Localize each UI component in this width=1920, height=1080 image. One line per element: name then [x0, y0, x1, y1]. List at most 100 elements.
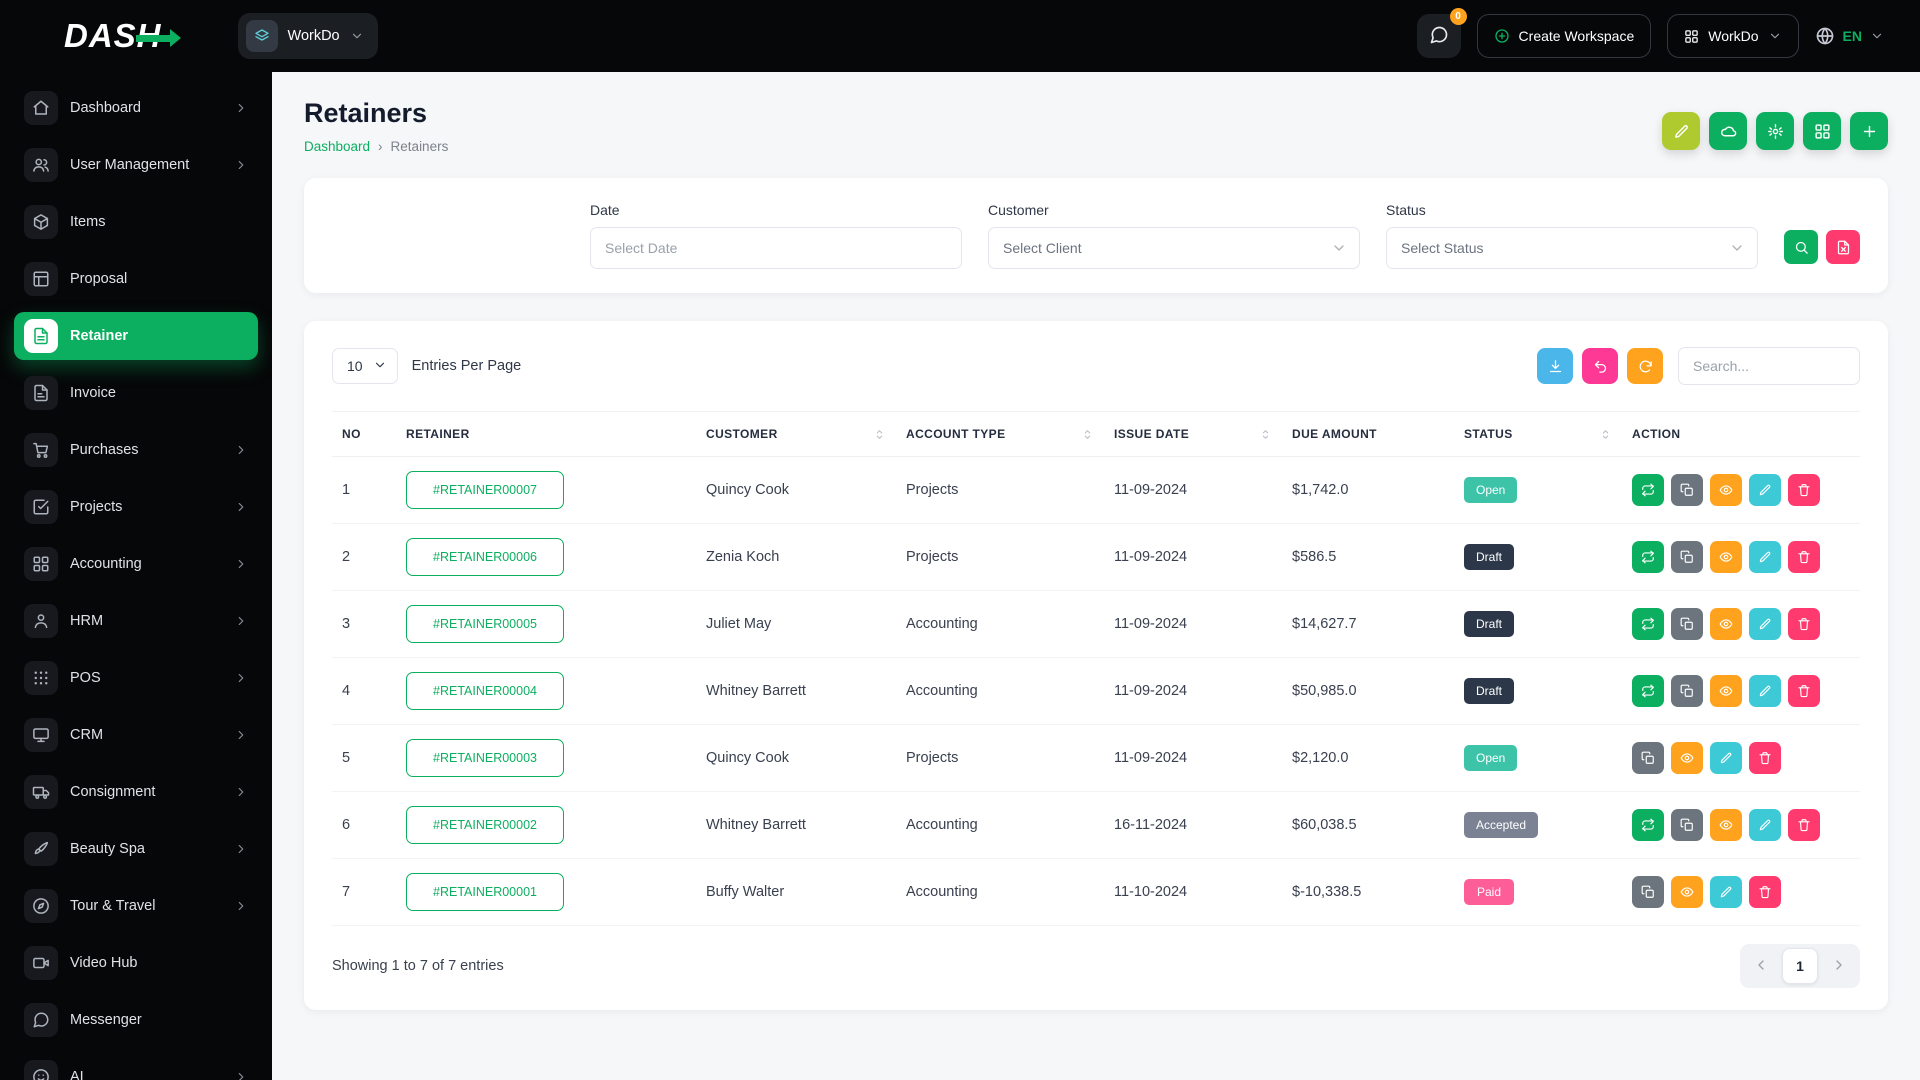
quick-edit-button[interactable]	[1662, 112, 1700, 150]
sidebar-item-items[interactable]: Items	[14, 198, 258, 246]
convert-button[interactable]	[1632, 675, 1664, 707]
sidebar-item-accounting[interactable]: Accounting	[14, 540, 258, 588]
delete-button[interactable]	[1788, 809, 1820, 841]
workspace-menu-button[interactable]: WorkDo	[1667, 14, 1798, 58]
table-row: 7#RETAINER00001Buffy WalterAccounting11-…	[332, 859, 1860, 926]
delete-button[interactable]	[1788, 541, 1820, 573]
table-search-input[interactable]	[1678, 347, 1860, 385]
sidebar-item-proposal[interactable]: Proposal	[14, 255, 258, 303]
view-button[interactable]	[1710, 608, 1742, 640]
delete-button[interactable]	[1788, 675, 1820, 707]
apply-filter-button[interactable]	[1784, 230, 1818, 264]
pagination: 1	[1740, 944, 1860, 988]
delete-button[interactable]	[1749, 876, 1781, 908]
view-button[interactable]	[1710, 675, 1742, 707]
table-header-row: NORETAINERCUSTOMERACCOUNT TYPEISSUE DATE…	[332, 412, 1860, 457]
column-header-account-type[interactable]: ACCOUNT TYPE	[896, 412, 1104, 457]
account-type-cell: Accounting	[896, 658, 1104, 725]
delete-button[interactable]	[1749, 742, 1781, 774]
workspace-switcher[interactable]: WorkDo	[238, 13, 378, 59]
pagination-page-button[interactable]: 1	[1782, 948, 1818, 984]
sidebar-item-pos[interactable]: POS	[14, 654, 258, 702]
eye-icon	[1719, 483, 1733, 497]
convert-button[interactable]	[1632, 608, 1664, 640]
status-badge: Open	[1464, 477, 1517, 503]
sidebar-item-retainer[interactable]: Retainer	[14, 312, 258, 360]
duplicate-button[interactable]	[1671, 675, 1703, 707]
edit-button[interactable]	[1710, 742, 1742, 774]
settings-button[interactable]	[1756, 112, 1794, 150]
sidebar-item-user-management[interactable]: User Management	[14, 141, 258, 189]
convert-button[interactable]	[1632, 474, 1664, 506]
chevron-right-icon	[234, 1070, 248, 1080]
retainer-number-button[interactable]: #RETAINER00003	[406, 739, 564, 777]
view-button[interactable]	[1710, 541, 1742, 573]
convert-button[interactable]	[1632, 809, 1664, 841]
retainer-number-button[interactable]: #RETAINER00002	[406, 806, 564, 844]
view-button[interactable]	[1710, 474, 1742, 506]
retainer-number-button[interactable]: #RETAINER00006	[406, 538, 564, 576]
delete-button[interactable]	[1788, 474, 1820, 506]
duplicate-button[interactable]	[1632, 742, 1664, 774]
duplicate-button[interactable]	[1671, 608, 1703, 640]
clear-filter-button[interactable]	[1826, 230, 1860, 264]
file-text-icon	[32, 327, 50, 345]
breadcrumb-dashboard-link[interactable]: Dashboard	[304, 139, 370, 154]
view-button[interactable]	[1671, 742, 1703, 774]
duplicate-button[interactable]	[1671, 474, 1703, 506]
duplicate-button[interactable]	[1671, 809, 1703, 841]
download-button[interactable]	[1537, 348, 1573, 384]
account-type-cell: Accounting	[896, 591, 1104, 658]
globe-icon	[1815, 26, 1835, 46]
sidebar-item-purchases[interactable]: Purchases	[14, 426, 258, 474]
edit-button[interactable]	[1749, 541, 1781, 573]
sidebar-item-video-hub[interactable]: Video Hub	[14, 939, 258, 987]
entries-per-page-select[interactable]: 10	[332, 348, 398, 384]
refresh-button[interactable]	[1627, 348, 1663, 384]
app-logo[interactable]: DASH	[64, 17, 172, 55]
messages-button[interactable]: 0	[1417, 14, 1461, 58]
apps-button[interactable]	[1803, 112, 1841, 150]
column-header-customer[interactable]: CUSTOMER	[696, 412, 896, 457]
create-workspace-button[interactable]: Create Workspace	[1477, 14, 1652, 58]
edit-button[interactable]	[1749, 809, 1781, 841]
column-header-status[interactable]: STATUS	[1454, 412, 1622, 457]
retainer-number-button[interactable]: #RETAINER00007	[406, 471, 564, 509]
customer-select[interactable]: Select Client	[988, 227, 1360, 269]
pagination-next-button[interactable]	[1822, 949, 1856, 983]
export-button[interactable]	[1709, 112, 1747, 150]
sidebar-item-dashboard[interactable]: Dashboard	[14, 84, 258, 132]
sidebar-item-messenger[interactable]: Messenger	[14, 996, 258, 1044]
retainer-number-button[interactable]: #RETAINER00005	[406, 605, 564, 643]
column-header-due-amount: DUE AMOUNT	[1282, 412, 1454, 457]
table-controls: 10 Entries Per Page	[332, 347, 1860, 385]
convert-button[interactable]	[1632, 541, 1664, 573]
language-selector[interactable]: EN	[1815, 26, 1884, 46]
create-retainer-button[interactable]	[1850, 112, 1888, 150]
download-icon	[1548, 359, 1563, 374]
view-button[interactable]	[1671, 876, 1703, 908]
edit-button[interactable]	[1749, 675, 1781, 707]
status-select[interactable]: Select Status	[1386, 227, 1758, 269]
sidebar-item-crm[interactable]: CRM	[14, 711, 258, 759]
pagination-prev-button[interactable]	[1744, 949, 1778, 983]
edit-button[interactable]	[1749, 474, 1781, 506]
date-input[interactable]	[590, 227, 962, 269]
sidebar-item-consignment[interactable]: Consignment	[14, 768, 258, 816]
view-button[interactable]	[1710, 809, 1742, 841]
undo-button[interactable]	[1582, 348, 1618, 384]
sidebar-item-ai[interactable]: AI	[14, 1053, 258, 1080]
sidebar-item-invoice[interactable]: Invoice	[14, 369, 258, 417]
sidebar-item-hrm[interactable]: HRM	[14, 597, 258, 645]
duplicate-button[interactable]	[1671, 541, 1703, 573]
sidebar-item-tour-travel[interactable]: Tour & Travel	[14, 882, 258, 930]
edit-button[interactable]	[1710, 876, 1742, 908]
column-header-issue-date[interactable]: ISSUE DATE	[1104, 412, 1282, 457]
retainer-number-button[interactable]: #RETAINER00001	[406, 873, 564, 911]
edit-button[interactable]	[1749, 608, 1781, 640]
sidebar-item-beauty-spa[interactable]: Beauty Spa	[14, 825, 258, 873]
retainer-number-button[interactable]: #RETAINER00004	[406, 672, 564, 710]
sidebar-item-projects[interactable]: Projects	[14, 483, 258, 531]
duplicate-button[interactable]	[1632, 876, 1664, 908]
delete-button[interactable]	[1788, 608, 1820, 640]
